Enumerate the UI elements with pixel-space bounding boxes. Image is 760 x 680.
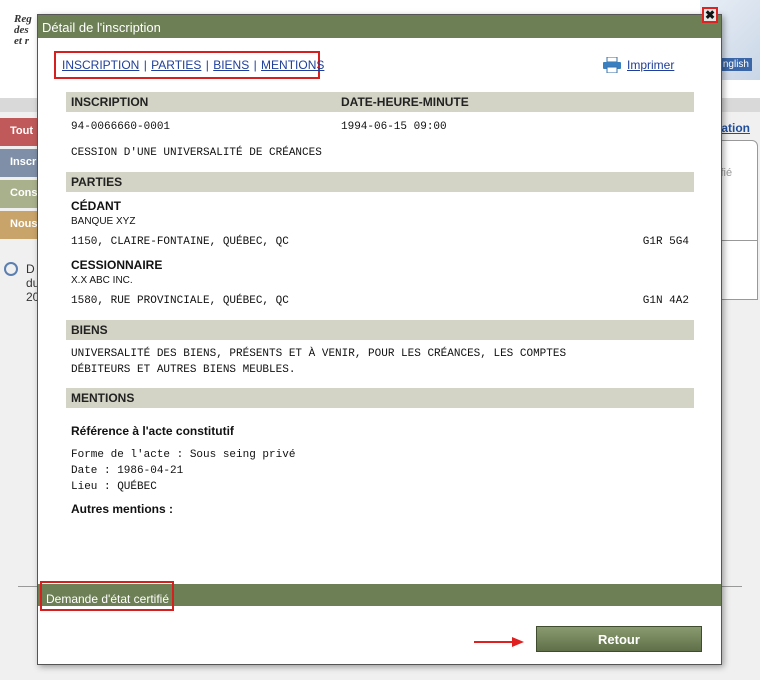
- inscription-detail-dialog: Détail de l'inscription ✖ INSCRIPTION | …: [37, 7, 722, 665]
- reference-title: Référence à l'acte constitutif: [71, 424, 234, 438]
- mention-lieu: Lieu : QUÉBEC: [71, 481, 157, 493]
- cedant-name: BANQUE XYZ: [71, 216, 136, 227]
- mention-forme: Forme de l'acte : Sous seing privé: [71, 449, 296, 461]
- cessionnaire-name: X.X ABC INC.: [71, 275, 133, 286]
- datetime-header-label: DATE-HEURE-MINUTE: [341, 95, 469, 109]
- nav-link-mentions[interactable]: MENTIONS: [261, 58, 324, 72]
- biens-line-1: UNIVERSALITÉ DES BIENS, PRÉSENTS ET À VE…: [71, 348, 567, 360]
- mention-date: Date : 1986-04-21: [71, 465, 184, 477]
- background-right-link[interactable]: ation: [721, 121, 750, 135]
- inscription-datetime: 1994-06-15 09:00: [341, 121, 447, 133]
- inscription-number: 94-0066660-0001: [71, 121, 171, 133]
- cessionnaire-postal-code: G1N 4A2: [642, 295, 689, 307]
- arrow-right-icon: [474, 637, 524, 647]
- inscription-nature: CESSION D'UNE UNIVERSALITÉ DE CRÉANCES: [71, 147, 322, 159]
- cedant-role: CÉDANT: [71, 199, 121, 213]
- background-tab-tout[interactable]: Tout: [0, 118, 38, 146]
- print-link[interactable]: Imprimer: [627, 58, 674, 72]
- dialog-content: INSCRIPTION DATE-HEURE-MINUTE 94-0066660…: [66, 92, 694, 517]
- section-header-inscription: INSCRIPTION DATE-HEURE-MINUTE: [66, 92, 694, 112]
- brand-line-3: et r: [14, 35, 29, 47]
- inscription-header-label: INSCRIPTION: [71, 95, 149, 109]
- inscription-row: 94-0066660-0001 1994-06-15 09:00: [66, 119, 694, 135]
- clock-icon: [4, 262, 18, 276]
- cessionnaire-role: CESSIONNAIRE: [71, 258, 163, 272]
- nav-link-parties[interactable]: PARTIES: [151, 58, 201, 72]
- background-tab-cons[interactable]: Cons: [0, 180, 38, 208]
- section-header-parties: PARTIES: [66, 172, 694, 192]
- biens-line-2: DÉBITEURS ET AUTRES BIENS MEUBLES.: [71, 364, 296, 376]
- section-nav: INSCRIPTION | PARTIES | BIENS | MENTIONS: [54, 51, 324, 79]
- nav-link-biens[interactable]: BIENS: [213, 58, 249, 72]
- retour-button[interactable]: Retour: [536, 626, 702, 652]
- nav-link-inscription[interactable]: INSCRIPTION: [62, 58, 139, 72]
- section-header-mentions: MENTIONS: [66, 388, 694, 408]
- cedant-address-row: 1150, CLAIRE-FONTAINE, QUÉBEC, QC G1R 5G…: [66, 234, 694, 250]
- nav-separator: |: [205, 58, 209, 72]
- nav-separator: |: [253, 58, 257, 72]
- english-link[interactable]: nglish: [719, 58, 752, 71]
- printer-icon[interactable]: [603, 57, 621, 73]
- background-tab-inscr[interactable]: Inscr: [0, 149, 38, 177]
- close-icon[interactable]: ✖: [702, 7, 718, 23]
- demande-label: Demande d'état certifié: [46, 592, 170, 606]
- cedant-postal-code: G1R 5G4: [642, 236, 689, 248]
- background-brand: Reg des et r: [14, 14, 32, 47]
- print-action[interactable]: Imprimer: [603, 57, 674, 73]
- autres-mentions-label: Autres mentions :: [71, 502, 174, 516]
- dialog-title: Détail de l'inscription: [38, 15, 721, 38]
- section-header-biens: BIENS: [66, 320, 694, 340]
- cessionnaire-address-row: 1580, RUE PROVINCIALE, QUÉBEC, QC G1N 4A…: [66, 293, 694, 309]
- demande-etat-certifie-button[interactable]: Demande d'état certifié: [40, 581, 174, 611]
- cedant-address: 1150, CLAIRE-FONTAINE, QUÉBEC, QC: [71, 236, 289, 248]
- background-tab-nous[interactable]: Nous: [0, 211, 38, 239]
- cessionnaire-address: 1580, RUE PROVINCIALE, QUÉBEC, QC: [71, 295, 289, 307]
- nav-separator: |: [143, 58, 147, 72]
